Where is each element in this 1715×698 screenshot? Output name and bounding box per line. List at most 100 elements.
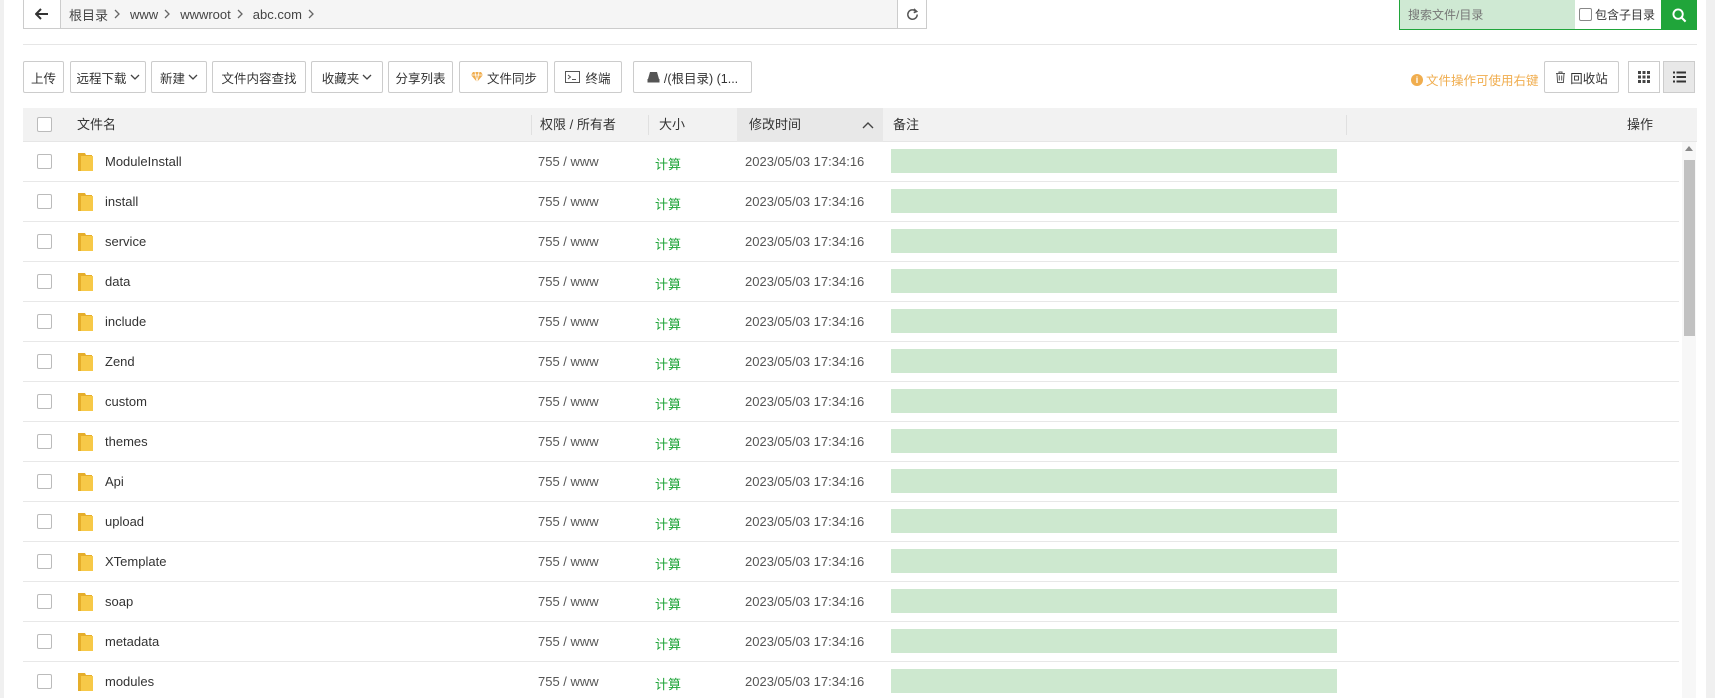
search-input[interactable] [1400, 0, 1575, 29]
file-name[interactable]: modules [105, 674, 154, 689]
file-name[interactable]: custom [105, 394, 147, 409]
file-permission[interactable]: 755 / www [538, 594, 599, 609]
table-row[interactable]: service 755 / www 计算 2023/05/03 17:34:16 [23, 222, 1679, 262]
calculate-size-link[interactable]: 计算 [655, 234, 681, 253]
table-row[interactable]: include 755 / www 计算 2023/05/03 17:34:16 [23, 302, 1679, 342]
header-mtime[interactable]: 修改时间 [749, 108, 801, 142]
table-row[interactable]: custom 755 / www 计算 2023/05/03 17:34:16 [23, 382, 1679, 422]
file-sync-button[interactable]: 文件同步 [459, 61, 548, 93]
row-checkbox[interactable] [37, 514, 52, 529]
grid-view-button[interactable] [1628, 61, 1660, 93]
calculate-size-link[interactable]: 计算 [655, 634, 681, 653]
file-permission[interactable]: 755 / www [538, 634, 599, 649]
note-field[interactable] [891, 589, 1337, 613]
breadcrumb-item[interactable]: 根目录 [69, 5, 108, 24]
calculate-size-link[interactable]: 计算 [655, 274, 681, 293]
share-list-button[interactable]: 分享列表 [388, 61, 453, 93]
content-search-button[interactable]: 文件内容查找 [212, 61, 306, 93]
row-checkbox[interactable] [37, 554, 52, 569]
row-checkbox[interactable] [37, 674, 52, 689]
breadcrumb-item[interactable]: wwwroot [180, 7, 231, 22]
note-field[interactable] [891, 349, 1337, 373]
file-name[interactable]: data [105, 274, 130, 289]
note-field[interactable] [891, 269, 1337, 293]
header-perm[interactable]: 权限 / 所有者 [540, 108, 616, 142]
remote-download-button[interactable]: 远程下载 [70, 61, 146, 93]
calculate-size-link[interactable]: 计算 [655, 394, 681, 413]
table-row[interactable]: ModuleInstall 755 / www 计算 2023/05/03 17:34… [23, 142, 1679, 182]
calculate-size-link[interactable]: 计算 [655, 474, 681, 493]
file-name[interactable]: themes [105, 434, 148, 449]
file-permission[interactable]: 755 / www [538, 154, 599, 169]
note-field[interactable] [891, 429, 1337, 453]
back-button[interactable] [24, 0, 61, 28]
recycle-bin-button[interactable]: 回收站 [1544, 61, 1619, 93]
file-permission[interactable]: 755 / www [538, 394, 599, 409]
row-checkbox[interactable] [37, 314, 52, 329]
note-field[interactable] [891, 549, 1337, 573]
new-button[interactable]: 新建 [151, 61, 207, 93]
row-checkbox[interactable] [37, 634, 52, 649]
refresh-button[interactable] [897, 0, 926, 28]
note-field[interactable] [891, 669, 1337, 693]
note-field[interactable] [891, 149, 1337, 173]
scroll-up-arrow-icon[interactable] [1685, 146, 1693, 151]
row-checkbox[interactable] [37, 474, 52, 489]
note-field[interactable] [891, 469, 1337, 493]
calculate-size-link[interactable]: 计算 [655, 554, 681, 573]
search-button[interactable] [1661, 0, 1697, 30]
note-field[interactable] [891, 229, 1337, 253]
table-row[interactable]: Api 755 / www 计算 2023/05/03 17:34:16 [23, 462, 1679, 502]
file-name[interactable]: Zend [105, 354, 135, 369]
calculate-size-link[interactable]: 计算 [655, 434, 681, 453]
file-permission[interactable]: 755 / www [538, 674, 599, 689]
file-name[interactable]: include [105, 314, 146, 329]
file-name[interactable]: ModuleInstall [105, 154, 182, 169]
file-permission[interactable]: 755 / www [538, 354, 599, 369]
table-row[interactable]: data 755 / www 计算 2023/05/03 17:34:16 [23, 262, 1679, 302]
table-row[interactable]: upload 755 / www 计算 2023/05/03 17:34:16 [23, 502, 1679, 542]
select-all-checkbox[interactable] [37, 117, 52, 132]
disk-button[interactable]: /(根目录) (1... [633, 61, 752, 93]
note-field[interactable] [891, 509, 1337, 533]
calculate-size-link[interactable]: 计算 [655, 194, 681, 213]
note-field[interactable] [891, 629, 1337, 653]
calculate-size-link[interactable]: 计算 [655, 354, 681, 373]
calculate-size-link[interactable]: 计算 [655, 314, 681, 333]
calculate-size-link[interactable]: 计算 [655, 154, 681, 173]
table-row[interactable]: metadata 755 / www 计算 2023/05/03 17:34:16 [23, 622, 1679, 662]
table-row[interactable]: XTemplate 755 / www 计算 2023/05/03 17:34:16 [23, 542, 1679, 582]
favorites-button[interactable]: 收藏夹 [311, 61, 383, 93]
header-size[interactable]: 大小 [659, 108, 685, 142]
table-row[interactable]: themes 755 / www 计算 2023/05/03 17:34:16 [23, 422, 1679, 462]
note-field[interactable] [891, 189, 1337, 213]
row-checkbox[interactable] [37, 194, 52, 209]
calculate-size-link[interactable]: 计算 [655, 514, 681, 533]
row-checkbox[interactable] [37, 274, 52, 289]
row-checkbox[interactable] [37, 154, 52, 169]
table-row[interactable]: install 755 / www 计算 2023/05/03 17:34:16 [23, 182, 1679, 222]
checkbox[interactable] [1579, 8, 1592, 21]
row-checkbox[interactable] [37, 594, 52, 609]
chevron-up-icon[interactable] [862, 108, 874, 142]
note-field[interactable] [891, 309, 1337, 333]
calculate-size-link[interactable]: 计算 [655, 594, 681, 613]
file-name[interactable]: XTemplate [105, 554, 166, 569]
include-subdirs-checkbox[interactable]: 包含子目录 [1575, 6, 1655, 23]
file-permission[interactable]: 755 / www [538, 274, 599, 289]
upload-button[interactable]: 上传 [23, 61, 64, 93]
calculate-size-link[interactable]: 计算 [655, 674, 681, 693]
file-permission[interactable]: 755 / www [538, 434, 599, 449]
file-permission[interactable]: 755 / www [538, 234, 599, 249]
list-view-button[interactable] [1663, 61, 1695, 93]
file-permission[interactable]: 755 / www [538, 514, 599, 529]
note-field[interactable] [891, 389, 1337, 413]
table-row[interactable]: soap 755 / www 计算 2023/05/03 17:34:16 [23, 582, 1679, 622]
row-checkbox[interactable] [37, 434, 52, 449]
file-name[interactable]: soap [105, 594, 133, 609]
breadcrumb-item[interactable]: abc.com [253, 7, 302, 22]
vertical-scrollbar[interactable] [1682, 142, 1696, 698]
terminal-button[interactable]: 终端 [554, 61, 622, 93]
file-permission[interactable]: 755 / www [538, 314, 599, 329]
file-name[interactable]: service [105, 234, 146, 249]
